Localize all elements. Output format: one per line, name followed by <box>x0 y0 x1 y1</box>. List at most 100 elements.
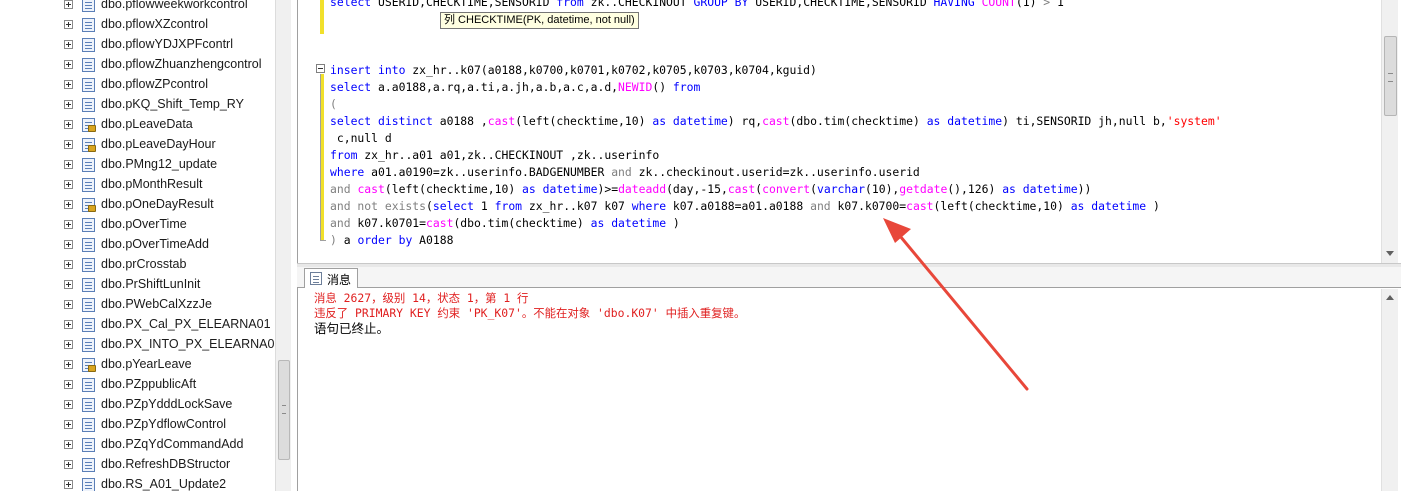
tree-item[interactable]: dbo.PZpYdflowControl <box>0 415 275 435</box>
tree-item-label: dbo.pflowZPcontrol <box>101 77 209 91</box>
tree-item[interactable]: dbo.pLeaveDayHour <box>0 135 275 155</box>
expand-plus-icon[interactable] <box>64 140 73 149</box>
stored-procedure-icon <box>82 278 95 292</box>
object-explorer-tree: dbo.pflowweekworkcontrol dbo.pflowXZcontr… <box>0 0 275 491</box>
code-line: and not exists(select 1 from zx_hr..k07 … <box>330 199 1160 213</box>
tree-item[interactable]: dbo.RS_A01_Update2 <box>0 475 275 491</box>
tab-messages[interactable]: 消息 <box>304 268 358 289</box>
tree-item-label: dbo.prCrosstab <box>101 257 187 271</box>
tree-item[interactable]: dbo.pOverTimeAdd <box>0 235 275 255</box>
editor-scrollbar-thumb[interactable] <box>1384 36 1397 116</box>
stored-procedure-icon <box>82 478 95 491</box>
expand-plus-icon[interactable] <box>64 340 73 349</box>
locked-procedure-icon <box>82 358 96 372</box>
statement-terminated-text: 语句已终止。 <box>314 321 390 336</box>
tree-item-label: dbo.pflowZhuanzhengcontrol <box>101 57 262 71</box>
expand-plus-icon[interactable] <box>64 180 73 189</box>
tree-item[interactable]: dbo.pMonthResult <box>0 175 275 195</box>
code-line: select distinct a0188 ,cast(left(checkti… <box>330 114 1222 128</box>
tree-item[interactable]: dbo.pflowYDJXPFcontrl <box>0 35 275 55</box>
expand-plus-icon[interactable] <box>64 320 73 329</box>
expand-plus-icon[interactable] <box>64 220 73 229</box>
tree-item[interactable]: dbo.PX_Cal_PX_ELEARNA01 <box>0 315 275 335</box>
expand-plus-icon[interactable] <box>64 380 73 389</box>
tree-scrollbar-thumb[interactable] <box>278 360 290 460</box>
editor-vertical-scrollbar[interactable] <box>1381 0 1398 263</box>
tree-item[interactable]: dbo.prCrosstab <box>0 255 275 275</box>
tree-item[interactable]: dbo.PZpYdddLockSave <box>0 395 275 415</box>
stored-procedure-icon <box>82 0 95 12</box>
stored-procedure-icon <box>82 98 95 112</box>
tree-item-label: dbo.PZqYdCommandAdd <box>101 437 244 451</box>
stored-procedure-icon <box>82 38 95 52</box>
tree-item-label: dbo.pOverTimeAdd <box>101 237 209 251</box>
code-line: insert into zx_hr..k07(a0188,k0700,k0701… <box>330 63 817 77</box>
expand-plus-icon[interactable] <box>64 160 73 169</box>
stored-procedure-icon <box>82 158 95 172</box>
code-line: ( <box>330 97 337 111</box>
tree-item[interactable]: dbo.pKQ_Shift_Temp_RY <box>0 95 275 115</box>
change-marker <box>320 0 324 34</box>
tree-item-label: dbo.PWebCalXzzJe <box>101 297 212 311</box>
stored-procedure-icon <box>82 318 95 332</box>
expand-plus-icon[interactable] <box>64 280 73 289</box>
tree-vertical-scrollbar[interactable] <box>275 0 291 491</box>
tree-item-label: dbo.pKQ_Shift_Temp_RY <box>101 97 244 111</box>
expand-plus-icon[interactable] <box>64 100 73 109</box>
expand-plus-icon[interactable] <box>64 440 73 449</box>
scroll-down-arrow-icon[interactable] <box>1386 251 1394 256</box>
fold-guide-end <box>320 240 326 241</box>
expand-plus-icon[interactable] <box>64 40 73 49</box>
stored-procedure-icon <box>82 18 95 32</box>
tree-item[interactable]: dbo.PZqYdCommandAdd <box>0 435 275 455</box>
tree-item[interactable]: dbo.PrShiftLunInit <box>0 275 275 295</box>
stored-procedure-icon <box>82 418 95 432</box>
stored-procedure-icon <box>82 338 95 352</box>
tree-item-label: dbo.pflowweekworkcontrol <box>101 0 248 11</box>
expand-plus-icon[interactable] <box>64 480 73 489</box>
expand-plus-icon[interactable] <box>64 20 73 29</box>
expand-plus-icon[interactable] <box>64 60 73 69</box>
tree-item[interactable]: dbo.pLeaveData <box>0 115 275 135</box>
code-line: and cast(left(checktime,10) as datetime)… <box>330 182 1092 196</box>
tree-item[interactable]: dbo.pflowZhuanzhengcontrol <box>0 55 275 75</box>
stored-procedure-icon <box>82 178 95 192</box>
expand-plus-icon[interactable] <box>64 200 73 209</box>
tree-item[interactable]: dbo.PMng12_update <box>0 155 275 175</box>
tree-item[interactable]: dbo.RefreshDBStructor <box>0 455 275 475</box>
tree-item[interactable]: dbo.pflowXZcontrol <box>0 15 275 35</box>
expand-plus-icon[interactable] <box>64 240 73 249</box>
tree-item-label: dbo.PX_INTO_PX_ELEARNA01 <box>101 337 275 351</box>
tree-item-label: dbo.pLeaveData <box>101 117 193 131</box>
tree-item-label: dbo.PZpYdflowControl <box>101 417 227 431</box>
collapse-region-icon[interactable] <box>316 64 325 73</box>
messages-vertical-scrollbar[interactable] <box>1381 289 1398 491</box>
code-line: where a01.a0190=zk..userinfo.BADGENUMBER… <box>330 165 920 179</box>
stored-procedure-icon <box>82 78 95 92</box>
tree-item[interactable]: dbo.pOneDayResult <box>0 195 275 215</box>
tree-item[interactable]: dbo.PWebCalXzzJe <box>0 295 275 315</box>
tree-item-label: dbo.PZpYdddLockSave <box>101 397 233 411</box>
expand-plus-icon[interactable] <box>64 80 73 89</box>
tree-item-label: dbo.PX_Cal_PX_ELEARNA01 <box>101 317 271 331</box>
tree-item[interactable]: dbo.pflowweekworkcontrol <box>0 0 275 15</box>
tree-item[interactable]: dbo.pflowZPcontrol <box>0 75 275 95</box>
expand-plus-icon[interactable] <box>64 260 73 269</box>
expand-plus-icon[interactable] <box>64 420 73 429</box>
column-tooltip: 列 CHECKTIME(PK, datetime, not null) <box>440 12 639 29</box>
stored-procedure-icon <box>82 238 95 252</box>
expand-plus-icon[interactable] <box>64 0 73 9</box>
tree-item-label: dbo.pYearLeave <box>101 357 192 371</box>
expand-plus-icon[interactable] <box>64 460 73 469</box>
expand-plus-icon[interactable] <box>64 300 73 309</box>
expand-plus-icon[interactable] <box>64 400 73 409</box>
tree-item[interactable]: dbo.pOverTime <box>0 215 275 235</box>
tree-item[interactable]: dbo.pYearLeave <box>0 355 275 375</box>
code-line: and k07.k0701=cast(dbo.tim(checktime) as… <box>330 216 680 230</box>
tree-item[interactable]: dbo.PX_INTO_PX_ELEARNA01 <box>0 335 275 355</box>
expand-plus-icon[interactable] <box>64 120 73 129</box>
tree-item[interactable]: dbo.PZppublicAft <box>0 375 275 395</box>
fold-guide-line <box>320 74 321 240</box>
scroll-up-arrow-icon[interactable] <box>1386 295 1394 300</box>
expand-plus-icon[interactable] <box>64 360 73 369</box>
